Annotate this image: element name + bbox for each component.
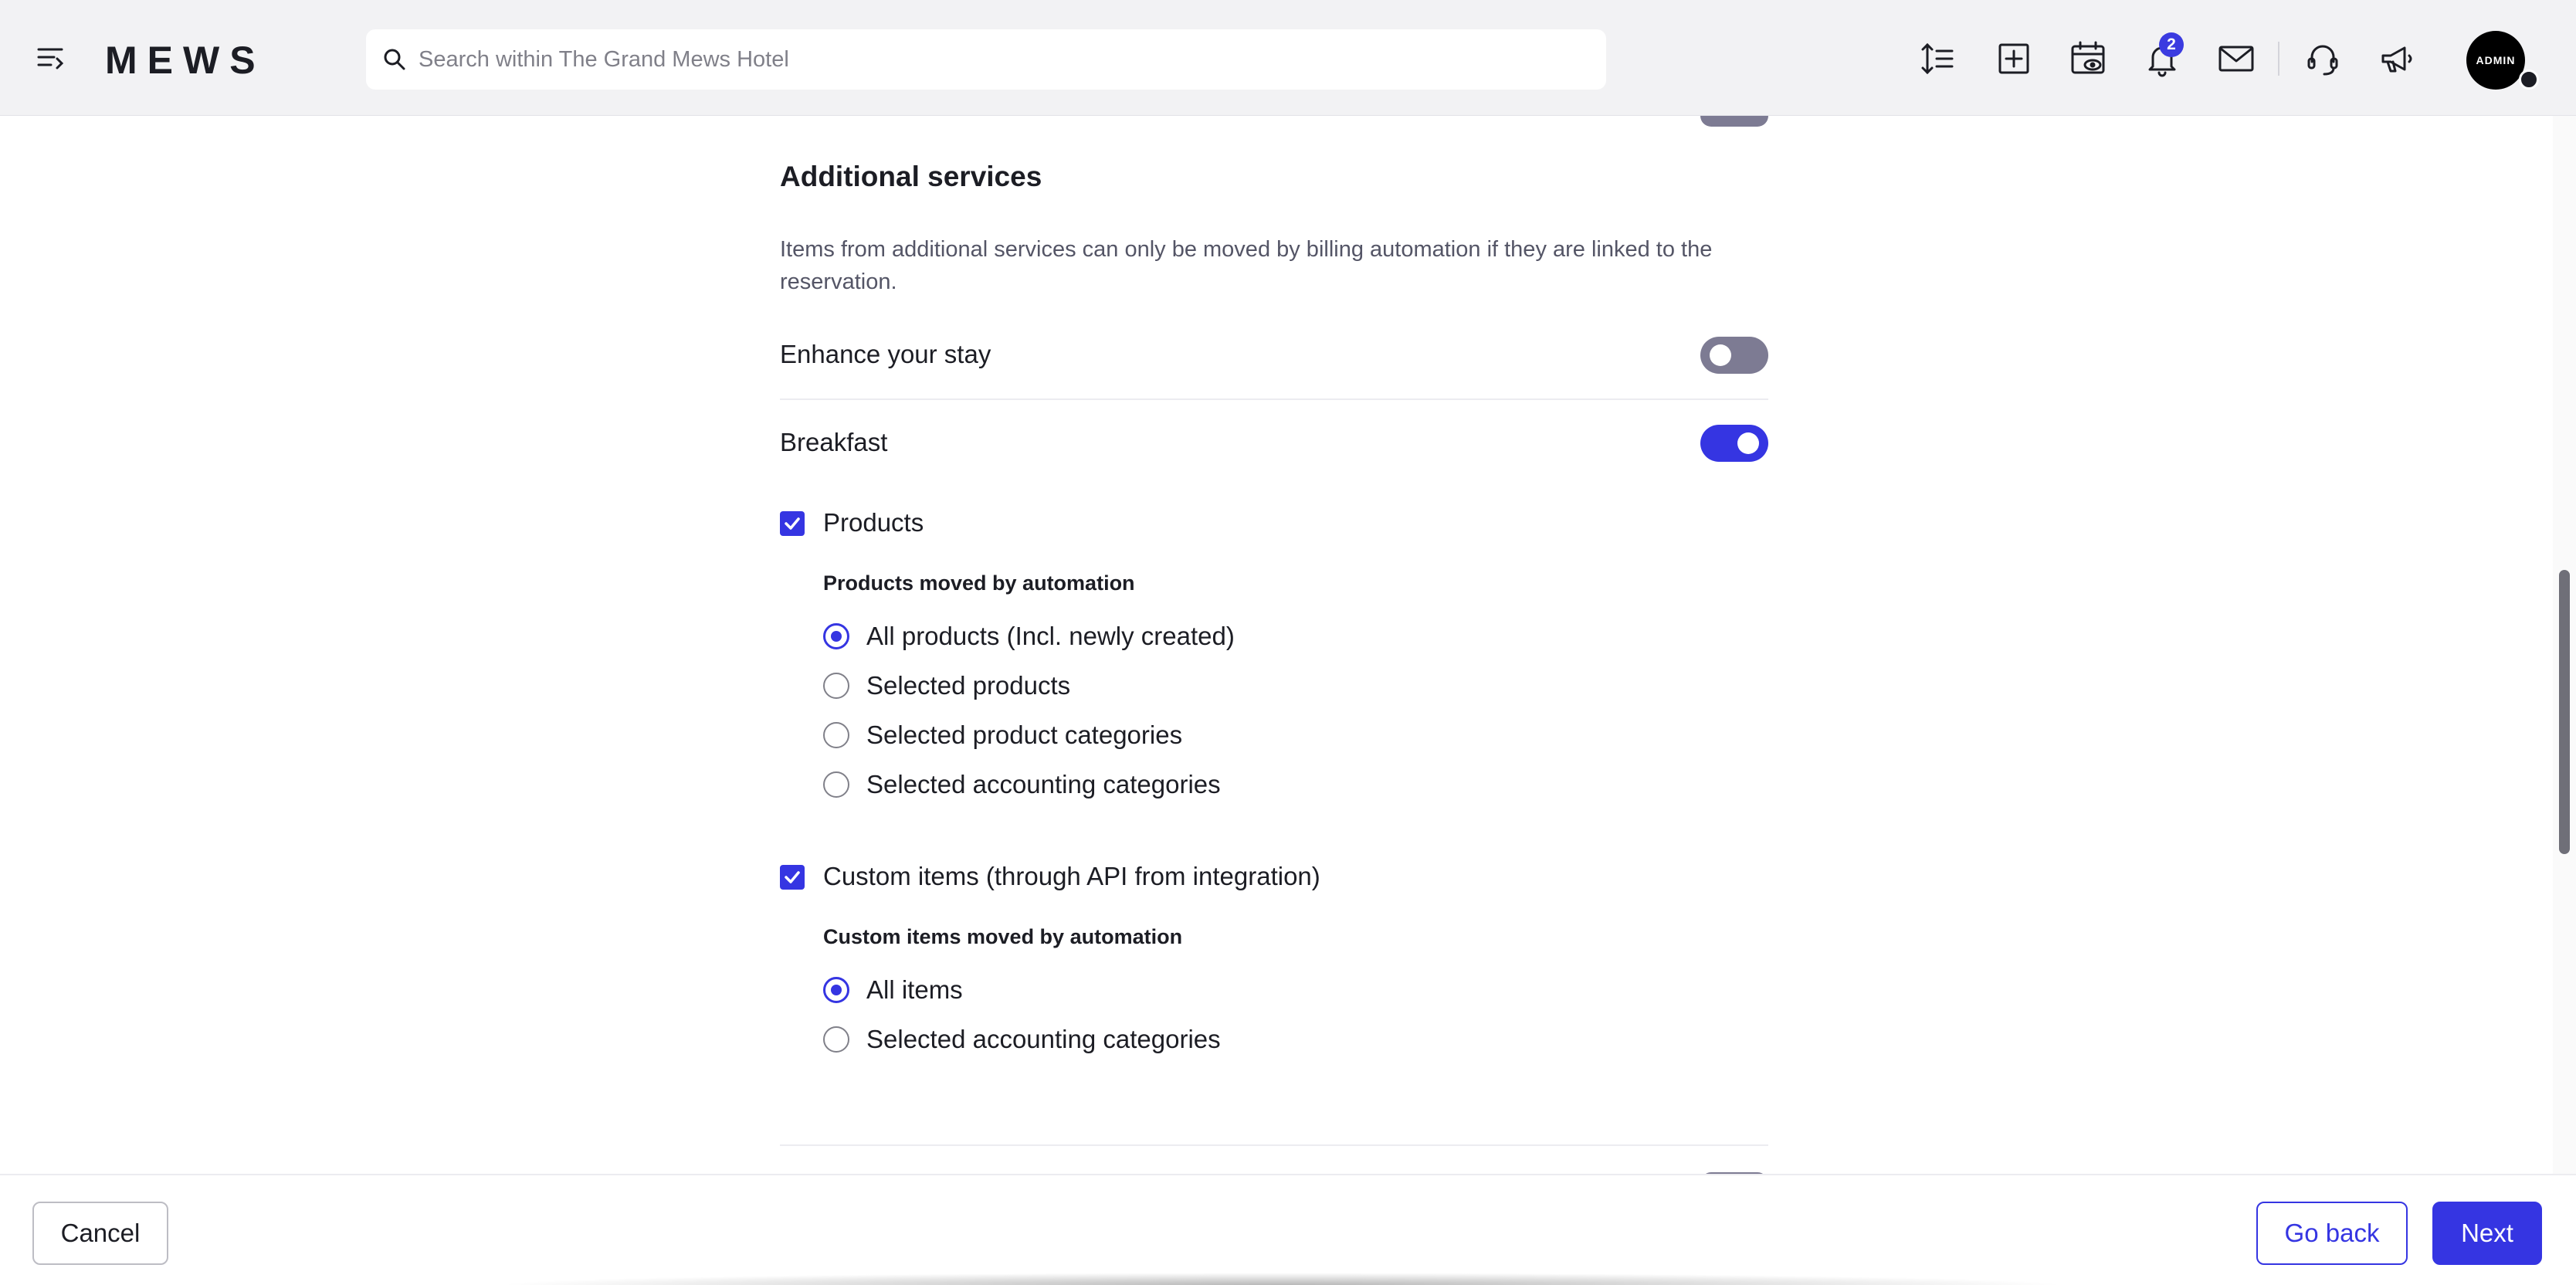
toolbar-divider [2278, 42, 2279, 76]
check-icon [785, 871, 800, 883]
custom-items-sub-heading: Custom items moved by automation [823, 925, 1183, 948]
sort-lines-icon[interactable] [1917, 37, 1960, 80]
scrollbar-thumb[interactable] [2559, 570, 2570, 854]
toggle-knob [1737, 432, 1759, 454]
mews-logo[interactable]: MEWS [105, 39, 266, 82]
products-checkbox[interactable] [780, 511, 805, 536]
search-input[interactable] [419, 29, 1577, 90]
search-icon [384, 49, 405, 70]
next-button[interactable]: Next [2432, 1202, 2542, 1265]
avatar-status-icon [2519, 70, 2539, 90]
footer-bar: Cancel Go back Next [0, 1174, 2576, 1285]
menu-icon[interactable] [34, 42, 68, 76]
radio-label: All items [866, 975, 963, 1004]
radio-custom-selected-accounting-categories[interactable] [823, 1026, 849, 1053]
enhance-your-stay-toggle[interactable] [1700, 337, 1768, 374]
custom-items-checkbox[interactable] [780, 865, 805, 890]
service-label-breakfast: Breakfast [780, 428, 888, 456]
breakfast-toggle[interactable] [1700, 425, 1768, 462]
products-sub-heading: Products moved by automation [823, 571, 1135, 595]
radio-all-items[interactable] [823, 977, 849, 1003]
plus-square-icon[interactable] [1992, 37, 2035, 80]
bottom-shadow [494, 1273, 2069, 1285]
section-description: Items from additional services can only … [780, 237, 1713, 294]
top-bar: MEWS 2 [0, 0, 2576, 116]
avatar[interactable]: ADMIN [2466, 31, 2525, 90]
cancel-button[interactable]: Cancel [32, 1202, 168, 1265]
custom-items-label: Custom items (through API from integrati… [823, 862, 1320, 890]
radio-selected-products[interactable] [823, 673, 849, 699]
calendar-eye-icon[interactable] [2066, 37, 2110, 80]
divider [780, 398, 1768, 400]
megaphone-icon[interactable] [2375, 37, 2418, 80]
radio-label: Selected accounting categories [866, 1025, 1221, 1053]
search-bar[interactable] [366, 29, 1606, 90]
divider [780, 1144, 1768, 1146]
mail-icon[interactable] [2215, 37, 2258, 80]
service-label-enhance-your-stay: Enhance your stay [780, 340, 991, 368]
go-back-button[interactable]: Go back [2256, 1202, 2408, 1265]
radio-selected-accounting-categories[interactable] [823, 771, 849, 798]
radio-all-products[interactable] [823, 623, 849, 649]
radio-label: Selected product categories [866, 720, 1183, 749]
check-icon [785, 517, 800, 530]
radio-label: Selected products [866, 671, 1071, 700]
settings-content: Additional services Items from additiona… [780, 116, 1768, 1183]
radio-label: Selected accounting categories [866, 770, 1221, 798]
radio-label: All products (Incl. newly created) [866, 622, 1235, 650]
section-title: Additional services [780, 161, 1042, 192]
previous-toggle-switch[interactable] [1700, 116, 1768, 127]
products-label: Products [823, 508, 924, 537]
headset-icon[interactable] [2301, 37, 2344, 80]
toggle-knob [1710, 344, 1731, 366]
radio-selected-product-categories[interactable] [823, 722, 849, 748]
notification-badge: 2 [2159, 32, 2184, 57]
